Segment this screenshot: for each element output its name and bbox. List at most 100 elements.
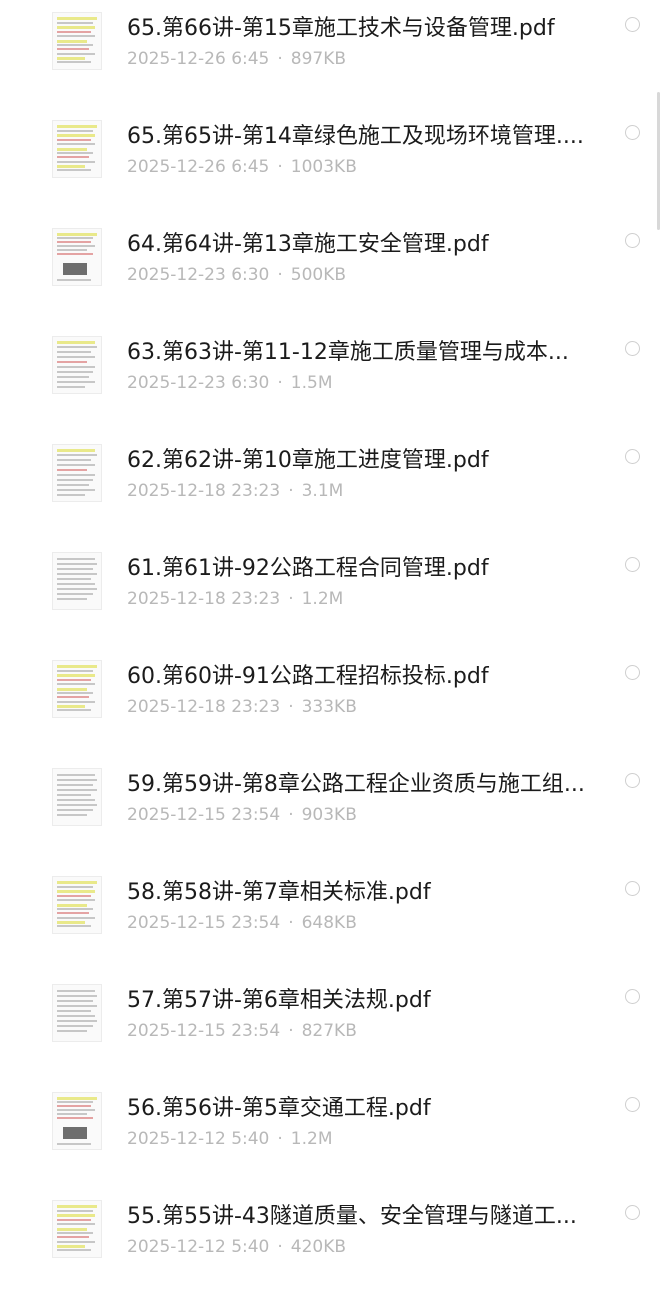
file-date: 2025-12-23 6:30 <box>127 373 270 393</box>
file-row[interactable]: 65.第66讲-第15章施工技术与设备管理.pdf 2025-12-26 6:4… <box>0 0 662 108</box>
thumbnail-mark <box>57 814 87 816</box>
file-date: 2025-12-15 23:54 <box>127 913 281 933</box>
thumbnail-mark <box>57 1205 97 1208</box>
file-size: 3.1M <box>301 481 344 501</box>
file-row[interactable]: 63.第63讲-第11-12章施工质量管理与成本... 2025-12-23 6… <box>0 324 662 432</box>
select-circle-icon[interactable] <box>625 1205 640 1220</box>
file-meta: 2025-12-12 5:40 · 1.2M <box>127 1127 332 1151</box>
thumbnail-mark <box>57 799 95 801</box>
file-row[interactable]: 62.第62讲-第10章施工进度管理.pdf 2025-12-18 23:23 ·… <box>0 432 662 540</box>
thumbnail-mark <box>57 925 91 927</box>
pdf-thumbnail-icon <box>52 336 102 394</box>
thumbnail-mark <box>57 1113 87 1115</box>
file-row[interactable]: 64.第64讲-第13章施工安全管理.pdf 2025-12-23 6:30 · 5… <box>0 216 662 324</box>
thumbnail-mark <box>57 1020 97 1022</box>
thumbnail-mark <box>57 809 93 811</box>
file-name: 61.第61讲-92公路工程合同管理.pdf <box>127 556 489 581</box>
thumbnail-mark <box>57 241 91 243</box>
meta-separator: · <box>288 589 294 609</box>
select-circle-icon[interactable] <box>625 989 640 1004</box>
file-name: 65.第66讲-第15章施工技术与设备管理.pdf <box>127 16 555 41</box>
select-circle-icon[interactable] <box>625 341 640 356</box>
thumbnail-mark <box>57 588 97 590</box>
thumbnail-mark <box>57 474 95 476</box>
thumbnail-mark <box>57 459 91 461</box>
file-size: 897KB <box>290 49 347 69</box>
thumbnail-mark <box>57 341 95 344</box>
thumbnail-mark <box>57 1030 87 1032</box>
thumbnail-mark <box>57 245 95 247</box>
thumbnail-mark <box>57 233 97 236</box>
thumbnail-mark <box>57 899 95 901</box>
thumbnail-mark <box>57 886 93 888</box>
file-name: 64.第64讲-第13章施工安全管理.pdf <box>127 232 489 257</box>
thumbnail-mark <box>57 558 95 560</box>
thumbnail-mark <box>57 1105 91 1107</box>
file-meta: 2025-12-18 23:23 · 1.2M <box>127 587 343 611</box>
thumbnail-mark <box>57 1223 95 1225</box>
file-size: 333KB <box>301 697 357 717</box>
select-circle-icon[interactable] <box>625 881 640 896</box>
file-size: 1.5M <box>290 373 333 393</box>
thumbnail-mark <box>57 908 93 910</box>
thumbnail-mark <box>57 789 97 791</box>
thumbnail-mark <box>57 449 95 452</box>
thumbnail-mark <box>57 346 97 348</box>
thumbnail-mark <box>57 237 93 239</box>
file-row[interactable]: 58.第58讲-第7章相关标准.pdf 2025-12-15 23:54 · 648… <box>0 864 662 972</box>
thumbnail-mark <box>57 670 93 672</box>
thumbnail-mark <box>57 134 95 137</box>
select-circle-icon[interactable] <box>625 665 640 680</box>
select-circle-icon[interactable] <box>625 1097 640 1112</box>
thumbnail-mark <box>57 779 97 781</box>
thumbnail-mark <box>57 1214 95 1217</box>
meta-separator: · <box>288 697 294 717</box>
select-circle-icon[interactable] <box>625 17 640 32</box>
file-name: 63.第63讲-第11-12章施工质量管理与成本... <box>127 340 569 365</box>
thumbnail-mark <box>57 804 97 806</box>
file-row[interactable]: 60.第60讲-91公路工程招标投标.pdf 2025-12-18 23:23 ·… <box>0 648 662 756</box>
pdf-thumbnail-icon <box>52 768 102 826</box>
thumbnail-mark <box>57 148 87 151</box>
thumbnail-mark <box>57 1232 93 1234</box>
thumbnail-mark <box>57 17 97 20</box>
thumbnail-mark <box>57 57 85 60</box>
file-name: 55.第55讲-43隧道质量、安全管理与隧道工... <box>127 1204 577 1229</box>
thumbnail-mark <box>57 376 89 378</box>
thumbnail-mark <box>57 381 95 383</box>
meta-separator: · <box>288 481 294 501</box>
file-row[interactable]: 61.第61讲-92公路工程合同管理.pdf 2025-12-18 23:23 ·… <box>0 540 662 648</box>
select-circle-icon[interactable] <box>625 773 640 788</box>
select-circle-icon[interactable] <box>625 233 640 248</box>
file-size: 420KB <box>290 1237 347 1257</box>
thumbnail-mark <box>57 563 97 565</box>
file-meta: 2025-12-26 6:45 · 897KB <box>127 47 346 71</box>
thumbnail-mark <box>57 674 95 677</box>
thumbnail-mark <box>57 351 91 353</box>
meta-separator: · <box>277 49 283 69</box>
select-circle-icon[interactable] <box>625 557 640 572</box>
file-date: 2025-12-15 23:54 <box>127 1021 281 1041</box>
thumbnail-mark <box>57 454 97 456</box>
thumbnail-mark <box>57 40 87 43</box>
select-circle-icon[interactable] <box>625 125 640 140</box>
file-meta: 2025-12-12 5:40 · 420KB <box>127 1235 346 1259</box>
file-meta: 2025-12-23 6:30 · 500KB <box>127 263 346 287</box>
thumbnail-mark <box>57 593 93 595</box>
thumbnail-mark <box>57 578 91 580</box>
file-row[interactable]: 57.第57讲-第6章相关法规.pdf 2025-12-15 23:54 · 827… <box>0 972 662 1080</box>
thumbnail-mark <box>57 44 93 46</box>
thumbnail-mark <box>57 1010 91 1012</box>
thumbnail-mark <box>57 917 95 919</box>
file-row[interactable]: 59.第59讲-第8章公路工程企业资质与施工组... 2025-12-15 23… <box>0 756 662 864</box>
thumbnail-mark <box>57 890 95 893</box>
select-circle-icon[interactable] <box>625 449 640 464</box>
file-row[interactable]: 56.第56讲-第5章交通工程.pdf 2025-12-12 5:40 · 1.2M <box>0 1080 662 1188</box>
thumbnail-mark <box>57 683 95 685</box>
scrollbar[interactable] <box>657 92 660 230</box>
file-date: 2025-12-15 23:54 <box>127 805 281 825</box>
file-row[interactable]: 65.第65讲-第14章绿色施工及现场环境管理.... 2025-12-26 6… <box>0 108 662 216</box>
file-size: 903KB <box>301 805 357 825</box>
meta-separator: · <box>288 913 294 933</box>
file-name: 58.第58讲-第7章相关标准.pdf <box>127 880 431 905</box>
